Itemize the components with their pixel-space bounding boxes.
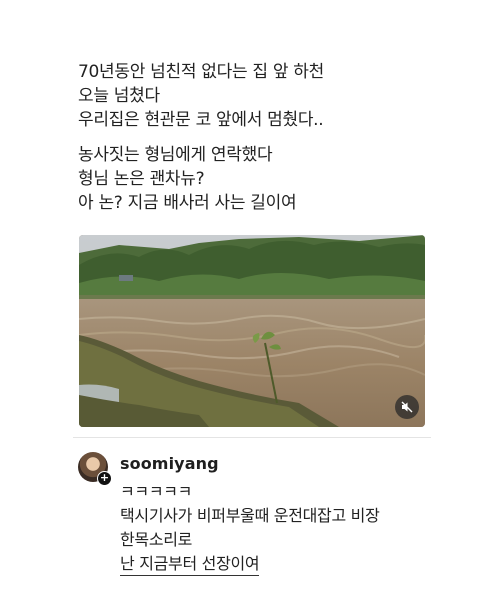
post-text-line: 오늘 넘쳤다 [78,86,160,106]
post-text-line: 70년동안 넘친적 없다는 집 앞 하천 [78,62,324,82]
post-text-line: 형님 논은 괜차뉴? [78,169,205,189]
post-text-line: 농사짓는 형님에게 연락했다 [78,145,273,165]
comment-text: ㅋㅋㅋㅋㅋ 택시기사가 비퍼부울때 운전대잡고 비장 한목소리로 난 지금부터 … [120,480,450,576]
post-text: 70년동안 넘친적 없다는 집 앞 하천 오늘 넘쳤다 우리집은 현관문 코 앞… [78,60,438,215]
comment-text-line: 한목소리로 [120,530,193,549]
comment-text-line: ㅋㅋㅋㅋㅋ [120,482,193,501]
mute-button[interactable] [395,395,419,419]
post-video[interactable] [79,235,425,427]
post-text-line: 우리집은 현관문 코 앞에서 멈췄다.. [78,110,324,130]
flooded-river-scene [79,235,425,427]
divider [73,437,431,438]
comment-text-line: 택시기사가 비퍼부울때 운전대잡고 비장 [120,506,380,525]
mute-icon [401,401,413,413]
comment-username[interactable]: soomiyang [120,454,219,473]
post-text-line: 아 논? 지금 배사러 사는 길이여 [78,193,297,213]
comment-text-line: 난 지금부터 선장이여 [120,553,260,576]
follow-plus-icon[interactable]: + [97,471,112,486]
